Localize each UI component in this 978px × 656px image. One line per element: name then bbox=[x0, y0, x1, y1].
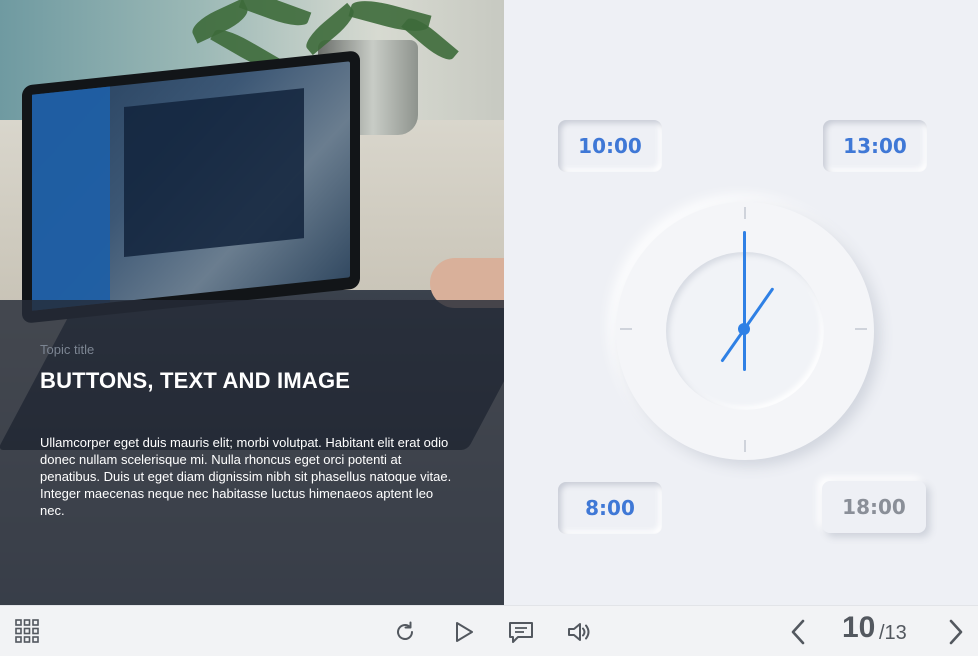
page-current: 10 bbox=[842, 611, 876, 644]
tick-6 bbox=[744, 440, 746, 452]
clock-hand-tail bbox=[743, 329, 746, 371]
time-button-8[interactable]: 8:00 bbox=[558, 482, 662, 534]
time-button-13[interactable]: 13:00 bbox=[823, 120, 927, 172]
time-button-10[interactable]: 10:00 bbox=[558, 120, 662, 172]
player-toolbar bbox=[0, 605, 978, 656]
grid-icon[interactable] bbox=[14, 618, 40, 644]
topic-label: Topic title bbox=[40, 342, 95, 357]
time-button-18[interactable]: 18:00 bbox=[822, 481, 926, 533]
chevron-left-icon[interactable] bbox=[786, 616, 810, 648]
replay-icon[interactable] bbox=[392, 618, 418, 646]
tick-12 bbox=[744, 207, 746, 219]
clock-hub bbox=[738, 323, 750, 335]
play-icon[interactable] bbox=[452, 618, 476, 646]
volume-icon[interactable] bbox=[565, 618, 593, 646]
comment-icon[interactable] bbox=[507, 618, 535, 646]
tick-3 bbox=[855, 328, 867, 330]
page-title: BUTTONS, TEXT AND IMAGE bbox=[40, 368, 351, 393]
body-paragraph: Ullamcorper eget duis mauris elit; morbi… bbox=[40, 435, 452, 518]
tick-9 bbox=[620, 328, 632, 330]
clock-minute-hand bbox=[743, 231, 746, 329]
chevron-right-icon[interactable] bbox=[944, 616, 968, 648]
page-total: /13 bbox=[879, 622, 907, 644]
